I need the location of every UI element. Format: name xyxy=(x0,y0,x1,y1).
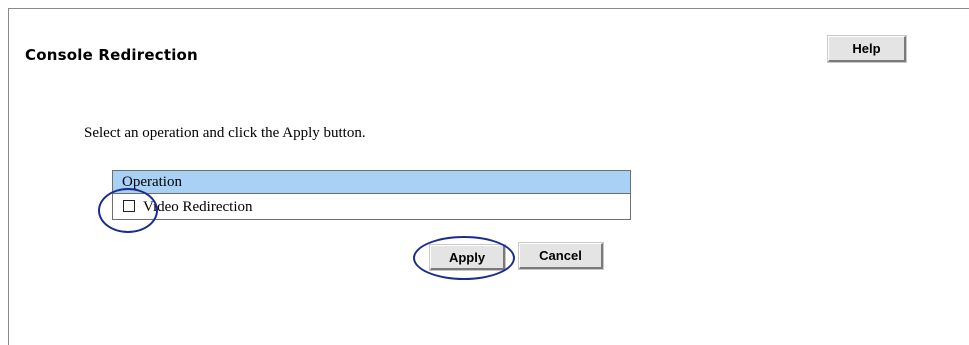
table-row: Video Redirection xyxy=(113,194,630,220)
operation-column-header: Operation xyxy=(113,171,630,194)
operation-table: Operation Video Redirection xyxy=(112,170,631,220)
instruction-text: Select an operation and click the Apply … xyxy=(84,125,366,141)
page-title: Console Redirection xyxy=(25,46,198,64)
help-button[interactable]: Help xyxy=(828,36,906,62)
cancel-button[interactable]: Cancel xyxy=(519,243,603,269)
video-redirection-label: Video Redirection xyxy=(143,199,253,215)
video-redirection-checkbox[interactable] xyxy=(123,200,135,212)
apply-button[interactable]: Apply xyxy=(430,245,505,270)
